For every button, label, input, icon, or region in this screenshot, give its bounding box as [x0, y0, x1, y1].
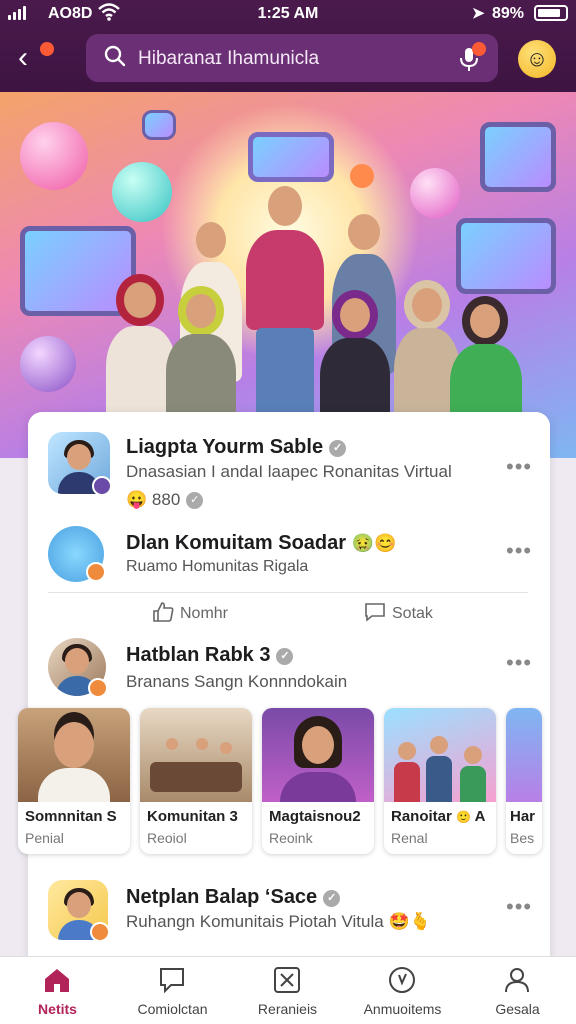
search-bar[interactable]: Hibaranaɪ Ihamunicla: [86, 34, 498, 82]
smiley-icon: ☺: [525, 46, 549, 71]
top-bar: AO8D 1:25 AM ➤ 89% ‹ Hibaranaɪ Ihamunicl…: [0, 0, 576, 92]
more-options-icon[interactable]: •••: [506, 538, 532, 564]
emoji-icon: 😛: [126, 490, 148, 509]
community-subtitle: Reoink: [269, 830, 313, 846]
chevron-left-icon: ‹: [18, 41, 28, 74]
item-title: Hatblan Rabk 3 ✓: [126, 644, 294, 667]
emoji-icon: 🙂: [456, 810, 471, 824]
notification-dot: [40, 42, 54, 56]
compass-icon: [389, 967, 415, 993]
item-meta: 😛 880 ✓: [126, 490, 204, 510]
status-badge: [90, 922, 110, 942]
community-subtitle: Reoiol: [147, 830, 187, 846]
community-subtitle: Renal: [391, 830, 428, 846]
community-card[interactable]: Ranoitar 🙂 A Renal: [384, 708, 496, 854]
like-button[interactable]: Nomhr: [152, 602, 228, 623]
community-title: Ranoitar 🙂 A: [391, 808, 486, 825]
verified-icon: ✓: [329, 440, 347, 457]
feed-item[interactable]: Hatblan Rabk 3 ✓ Branans Sangn Konnndokai…: [28, 638, 550, 702]
person-illustration: [318, 292, 392, 432]
emoji-button[interactable]: ☺: [518, 40, 556, 78]
nav-item-comiolctan[interactable]: Comiolctan: [115, 957, 230, 1024]
verified-icon: ✓: [323, 890, 341, 907]
back-button[interactable]: ‹: [18, 40, 54, 76]
comment-button[interactable]: Sotak: [364, 602, 433, 623]
item-subtitle: Ruamo Homunitas Rigala: [126, 558, 309, 575]
community-title: Magtaisnou2: [269, 808, 361, 825]
person-illustration: [164, 288, 238, 428]
verified-icon: ✓: [186, 492, 204, 509]
community-subtitle: Penial: [25, 830, 64, 846]
bubble-decoration: [20, 122, 88, 190]
item-subtitle: Branans Sangn Konnndokain: [126, 672, 348, 691]
more-options-icon[interactable]: •••: [506, 650, 532, 676]
status-badge: [92, 476, 112, 496]
verified-icon: ✓: [276, 648, 294, 665]
status-badge: [88, 678, 108, 698]
community-carousel[interactable]: Somnnitan S Penial Komunitan 3 Reoiol Ma…: [18, 708, 576, 858]
home-icon: [45, 969, 69, 992]
item-title: Liagpta Yourm Sable ✓: [126, 436, 347, 459]
monitor-decoration: [480, 122, 556, 192]
notification-dot: [472, 42, 486, 56]
battery-icon: [534, 5, 568, 21]
more-options-icon[interactable]: •••: [506, 894, 532, 920]
community-subtitle: Bes: [510, 830, 535, 846]
sparkle-box-icon: [274, 967, 300, 993]
battery-percent: 89%: [492, 5, 525, 22]
community-title: Har: [510, 808, 536, 825]
nav-item-netits[interactable]: Netits: [0, 957, 115, 1024]
chat-icon: [160, 968, 184, 994]
emoji-icon: 🤢😊: [351, 533, 397, 553]
item-title: Dlan Komuitam Soadar 🤢😊: [126, 532, 397, 554]
status-bar: AO8D 1:25 AM ➤ 89%: [0, 0, 576, 28]
nav-item-anmuoitems[interactable]: Anmuoitems: [345, 957, 460, 1024]
community-card[interactable]: Har Bes: [506, 708, 542, 854]
feed-card: Liagpta Yourm Sable ✓ Dnasasian I andaI l…: [18, 412, 550, 972]
item-subtitle: Dnasasian I andaI laapec Ronanitas Virtu…: [126, 462, 452, 481]
emoji-icon: 🤩🫰: [388, 912, 431, 931]
community-card[interactable]: Magtaisnou2 Reoink: [262, 708, 374, 854]
person-illustration: [240, 186, 330, 426]
community-image: [18, 708, 130, 802]
community-title: Somnnitan S: [25, 808, 117, 825]
community-card[interactable]: Somnnitan S Penial: [18, 708, 130, 854]
community-title: Komunitan 3: [147, 808, 238, 825]
feed-item[interactable]: Dlan Komuitam Soadar 🤢😊 Ruamo Homunitas …: [28, 524, 550, 588]
community-image: [506, 708, 542, 802]
divider: [48, 592, 528, 593]
community-card[interactable]: Komunitan 3 Reoiol: [140, 708, 252, 854]
more-options-icon[interactable]: •••: [506, 454, 532, 480]
nav-item-gesala[interactable]: Gesala: [460, 957, 575, 1024]
item-title: Netplan Balap ‘Sace ✓: [126, 886, 341, 909]
thumbs-up-icon: [153, 602, 174, 622]
search-icon: [104, 45, 126, 67]
clock: 1:25 AM: [257, 5, 319, 22]
bubble-decoration: [20, 336, 76, 392]
bubble-decoration: [350, 164, 374, 188]
community-image: [140, 708, 252, 802]
feed-item[interactable]: Netplan Balap ‘Sace ✓ Ruhangn Komunitais …: [28, 878, 550, 948]
monitor-decoration: [456, 218, 556, 294]
location-icon: ➤: [472, 5, 485, 22]
bubble-decoration: [112, 162, 172, 222]
community-image: [384, 708, 496, 802]
profile-icon: [505, 968, 529, 993]
nav-item-reranieis[interactable]: Reranieis: [230, 957, 345, 1024]
hero-banner: [0, 92, 576, 458]
tile-decoration: [142, 110, 176, 140]
search-input[interactable]: Hibaranaɪ Ihamunicla: [138, 48, 319, 70]
bottom-nav: Netits Comiolctan Reranieis Anmuoitems G…: [0, 956, 576, 1024]
item-subtitle: Ruhangn Komunitais Piotah Vitula 🤩🫰: [126, 912, 431, 931]
status-badge: [86, 562, 106, 582]
monitor-decoration: [248, 132, 334, 182]
bubble-decoration: [410, 168, 460, 218]
feed-item[interactable]: Liagpta Yourm Sable ✓ Dnasasian I andaI l…: [28, 430, 550, 520]
comment-icon: [365, 603, 385, 622]
community-image: [262, 708, 374, 802]
